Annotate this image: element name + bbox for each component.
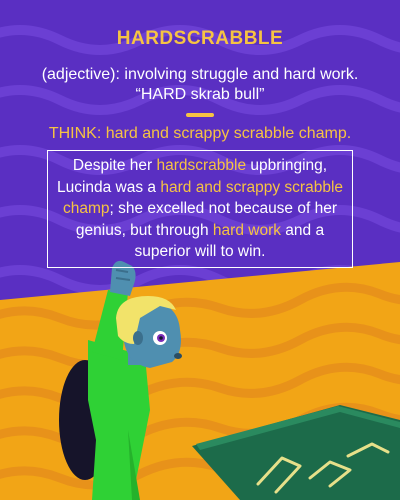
definition-text: (adjective): involving struggle and hard… bbox=[41, 66, 359, 83]
sentence-text: Despite her bbox=[72, 157, 157, 174]
think-text: hard and scrappy scrabble champ. bbox=[105, 125, 352, 142]
think-line: THINK: hard and scrappy scrabble champ. bbox=[0, 124, 400, 144]
vocabulary-word: HARDSCRABBLE bbox=[116, 28, 284, 49]
sentence-highlight-hard-work: hard work bbox=[212, 221, 281, 239]
example-sentence-box: Despite her hardscrabble upbringing, Luc… bbox=[47, 150, 353, 268]
vocabulary-card: HARDSCRABBLE (adjective): involving stru… bbox=[0, 0, 400, 500]
sentence-highlight-word: hardscrabble bbox=[156, 157, 247, 174]
divider bbox=[186, 113, 214, 117]
pronunciation-text: “HARD skrab bull” bbox=[135, 86, 265, 103]
think-label: THINK: bbox=[48, 125, 102, 142]
